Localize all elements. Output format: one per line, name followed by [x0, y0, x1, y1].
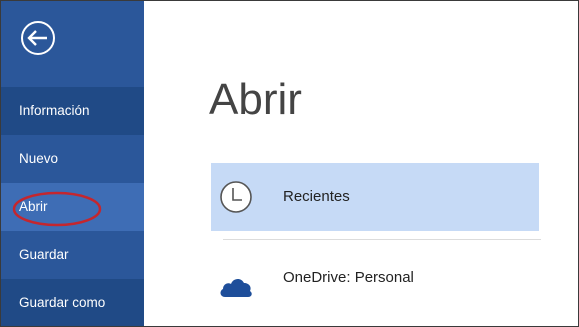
separator [223, 239, 541, 240]
nav-item-guardar[interactable]: Guardar [1, 231, 144, 279]
main-panel: Abrir Recientes OneDrive: Personal [144, 1, 578, 326]
nav-item-abrir[interactable]: Abrir [1, 183, 144, 231]
location-onedrive-personal[interactable]: OneDrive: Personal [211, 241, 539, 309]
cloud-icon [220, 278, 252, 297]
page-title: Abrir [209, 75, 302, 124]
location-recientes[interactable]: Recientes [211, 163, 539, 231]
nav-item-informacion[interactable]: Información [1, 87, 144, 135]
back-arrow-circle-icon [21, 21, 55, 55]
nav-item-guardar-como[interactable]: Guardar como [1, 279, 144, 326]
back-button[interactable] [17, 17, 61, 61]
nav-item-label: Información [19, 103, 90, 118]
location-label: Recientes [283, 188, 350, 205]
backstage-window: Información Nuevo Abrir Guardar Guardar … [0, 0, 579, 327]
backstage-sidebar: Información Nuevo Abrir Guardar Guardar … [1, 1, 144, 326]
clock-icon [220, 181, 252, 213]
nav-item-label: Guardar como [19, 295, 106, 310]
nav-item-nuevo[interactable]: Nuevo [1, 135, 144, 183]
nav-item-label: Abrir [19, 199, 48, 214]
location-label: OneDrive: Personal [283, 269, 414, 286]
nav-item-label: Guardar [19, 247, 69, 262]
nav-item-label: Nuevo [19, 151, 59, 166]
